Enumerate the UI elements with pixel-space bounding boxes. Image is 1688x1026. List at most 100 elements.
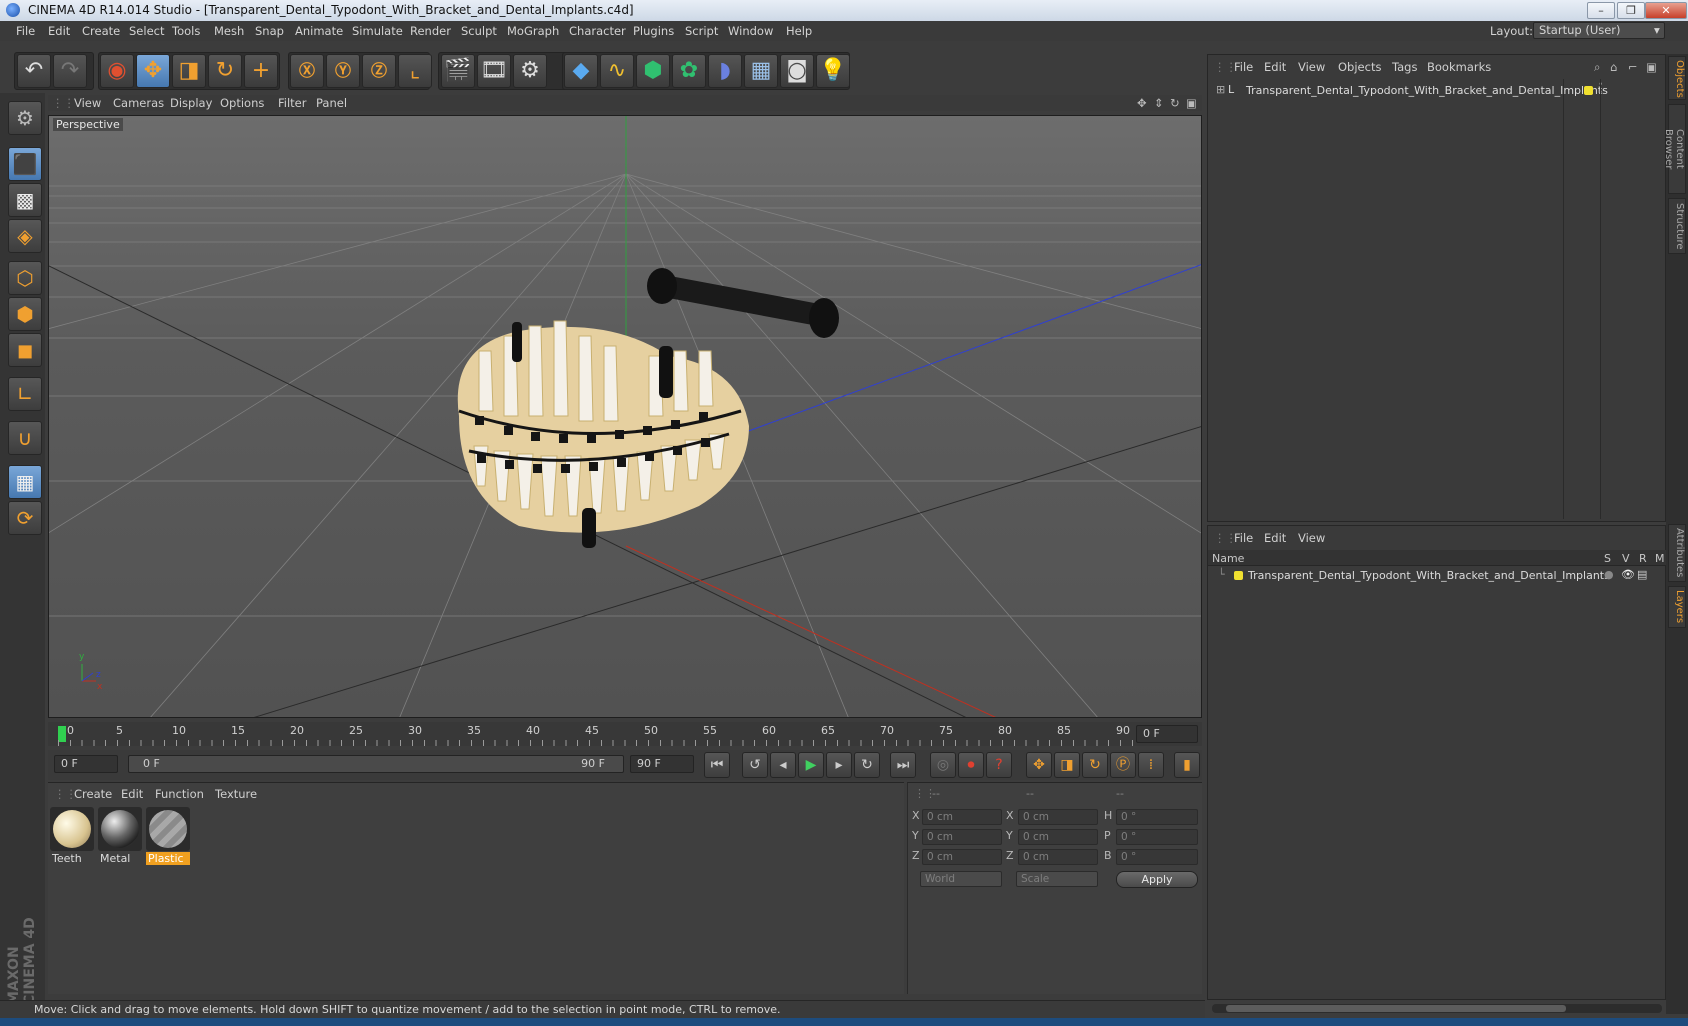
mograph-cloner-icon[interactable]: ✿ [672,54,706,88]
go-to-start-icon[interactable]: ⏮ [704,752,730,778]
workplane-mode-icon[interactable]: ◈ [8,219,42,253]
start-frame-field[interactable]: 0 F [54,755,118,773]
horizontal-scrollbar[interactable] [1212,1004,1662,1013]
key-position-icon[interactable]: ✥ [1026,752,1052,778]
rotate-tool-icon[interactable]: ↻ [208,54,242,88]
object-menu-file[interactable]: File [1234,60,1253,74]
menu-plugins[interactable]: Plugins [633,24,674,38]
material-teeth[interactable]: Teeth [50,807,94,865]
x-axis-lock-icon[interactable]: Ⓧ [290,54,324,88]
object-menu-edit[interactable]: Edit [1264,60,1286,74]
material-plastic[interactable]: Plastic [146,807,190,865]
menu-snap[interactable]: Snap [255,24,284,38]
menu-tools[interactable]: Tools [172,24,200,38]
redo-icon[interactable]: ↷ [53,54,87,88]
previous-key-icon[interactable]: ↺ [742,752,768,778]
record-keys-icon[interactable]: ◎ [930,752,956,778]
col-render[interactable]: R [1639,552,1647,565]
spline-icon[interactable]: ∿ [600,54,634,88]
viewport-menu-panel[interactable]: Panel [316,96,347,110]
camera-icon[interactable]: ◙ [780,54,814,88]
visible-eye-icon[interactable]: 👁 [1621,568,1635,581]
viewport-menu-view[interactable]: View [74,96,101,110]
render-toggle-icon[interactable]: ▤ [1637,568,1647,581]
material-menu-function[interactable]: Function [155,787,204,801]
object-menu-bookmarks[interactable]: Bookmarks [1427,60,1491,74]
solo-toggle-icon[interactable]: ● [1604,568,1614,581]
menu-help[interactable]: Help [786,24,812,38]
next-frame-icon[interactable]: ▸ [826,752,852,778]
scrollbar-thumb[interactable] [1226,1005,1566,1012]
key-point-level-icon[interactable]: ⁞ [1138,752,1164,778]
axis-mode-icon[interactable]: ∟ [8,377,42,411]
object-menu-objects[interactable]: Objects [1338,60,1381,74]
undo-icon[interactable]: ↶ [17,54,51,88]
menu-sculpt[interactable]: Sculpt [461,24,497,38]
menu-mograph[interactable]: MoGraph [507,24,559,38]
object-menu-view[interactable]: View [1298,60,1325,74]
home-icon[interactable]: ⌂ [1610,60,1617,74]
minimize-button[interactable]: – [1587,2,1615,19]
viewport-menu-filter[interactable]: Filter [278,96,306,110]
col-name[interactable]: Name [1212,552,1244,565]
edges-mode-icon[interactable]: ⬢ [8,297,42,331]
tab-attributes[interactable]: Attributes [1668,524,1686,582]
rotation-p-field[interactable]: 0 ° [1116,829,1198,845]
material-metal[interactable]: Metal [98,807,142,865]
render-picture-viewer-icon[interactable]: 🎞 [477,54,511,88]
position-z-field[interactable]: 0 cm [922,849,1002,865]
layout-dropdown[interactable]: Startup (User) ▾ [1533,22,1665,39]
scale-tool-icon[interactable]: ◨ [172,54,206,88]
polygons-mode-icon[interactable]: ◼ [8,333,42,367]
position-x-field[interactable]: 0 cm [922,809,1002,825]
material-menu-texture[interactable]: Texture [215,787,257,801]
frame-range-slider[interactable]: 0 F 90 F [128,755,624,773]
viewport-menu-options[interactable]: Options [220,96,264,110]
cube-icon[interactable]: ◆ [564,54,598,88]
size-x-field[interactable]: 0 cm [1018,809,1098,825]
object-row[interactable]: ⊞ L Transparent_Dental_Typodont_With_Bra… [1216,81,1666,99]
position-y-field[interactable]: 0 cm [922,829,1002,845]
layer-row[interactable]: └ Transparent_Dental_Typodont_With_Brack… [1208,568,1666,584]
snap-magnet-icon[interactable]: ∪ [8,421,42,455]
recent-tool-icon[interactable]: + [244,54,278,88]
floor-icon[interactable]: ▦ [744,54,778,88]
menu-file[interactable]: File [16,24,35,38]
render-settings-icon[interactable]: ⚙ [513,54,547,88]
viewport-menu-display[interactable]: Display [170,96,212,110]
viewport-menu-cameras[interactable]: Cameras [113,96,164,110]
nurbs-icon[interactable]: ⬢ [636,54,670,88]
texture-mode-icon[interactable]: ▩ [8,183,42,217]
soft-selection-icon[interactable]: ⟳ [8,501,42,535]
rotation-h-field[interactable]: 0 ° [1116,809,1198,825]
current-frame-field[interactable]: 0 F [1136,725,1198,743]
move-tool-icon[interactable]: ✥ [136,54,170,88]
viewport-maximize-icon[interactable]: ▣ [1186,96,1197,110]
size-z-field[interactable]: 0 cm [1018,849,1098,865]
menu-mesh[interactable]: Mesh [214,24,244,38]
menu-render[interactable]: Render [410,24,451,38]
perspective-viewport[interactable]: Perspective y z x [48,115,1202,718]
layer-menu-view[interactable]: View [1298,531,1325,545]
menu-character[interactable]: Character [569,24,626,38]
restore-button[interactable]: ❐ [1617,2,1645,19]
play-icon[interactable]: ▶ [798,752,824,778]
layer-menu-edit[interactable]: Edit [1264,531,1286,545]
menu-animate[interactable]: Animate [295,24,343,38]
col-visible[interactable]: V [1622,552,1630,565]
timeline-window-icon[interactable]: ▮ [1174,752,1200,778]
y-axis-lock-icon[interactable]: Ⓨ [326,54,360,88]
coordinate-space-dropdown[interactable]: World [920,871,1002,887]
expand-icon[interactable]: ⊞ [1216,83,1225,96]
deformer-icon[interactable]: ◗ [708,54,742,88]
key-parameter-icon[interactable]: Ⓟ [1110,752,1136,778]
material-menu-create[interactable]: Create [74,787,112,801]
layer-color-swatch[interactable] [1234,571,1243,580]
material-menu-edit[interactable]: Edit [121,787,143,801]
menu-create[interactable]: Create [82,24,120,38]
end-frame-field[interactable]: 90 F [630,755,694,773]
menu-window[interactable]: Window [728,24,773,38]
render-view-icon[interactable]: 🎬 [441,54,475,88]
auto-keying-icon[interactable]: ⏺ [958,752,984,778]
timeline-ruler[interactable]: 0 5 10 15 20 25 30 35 40 45 50 55 60 65 … [48,722,1202,746]
